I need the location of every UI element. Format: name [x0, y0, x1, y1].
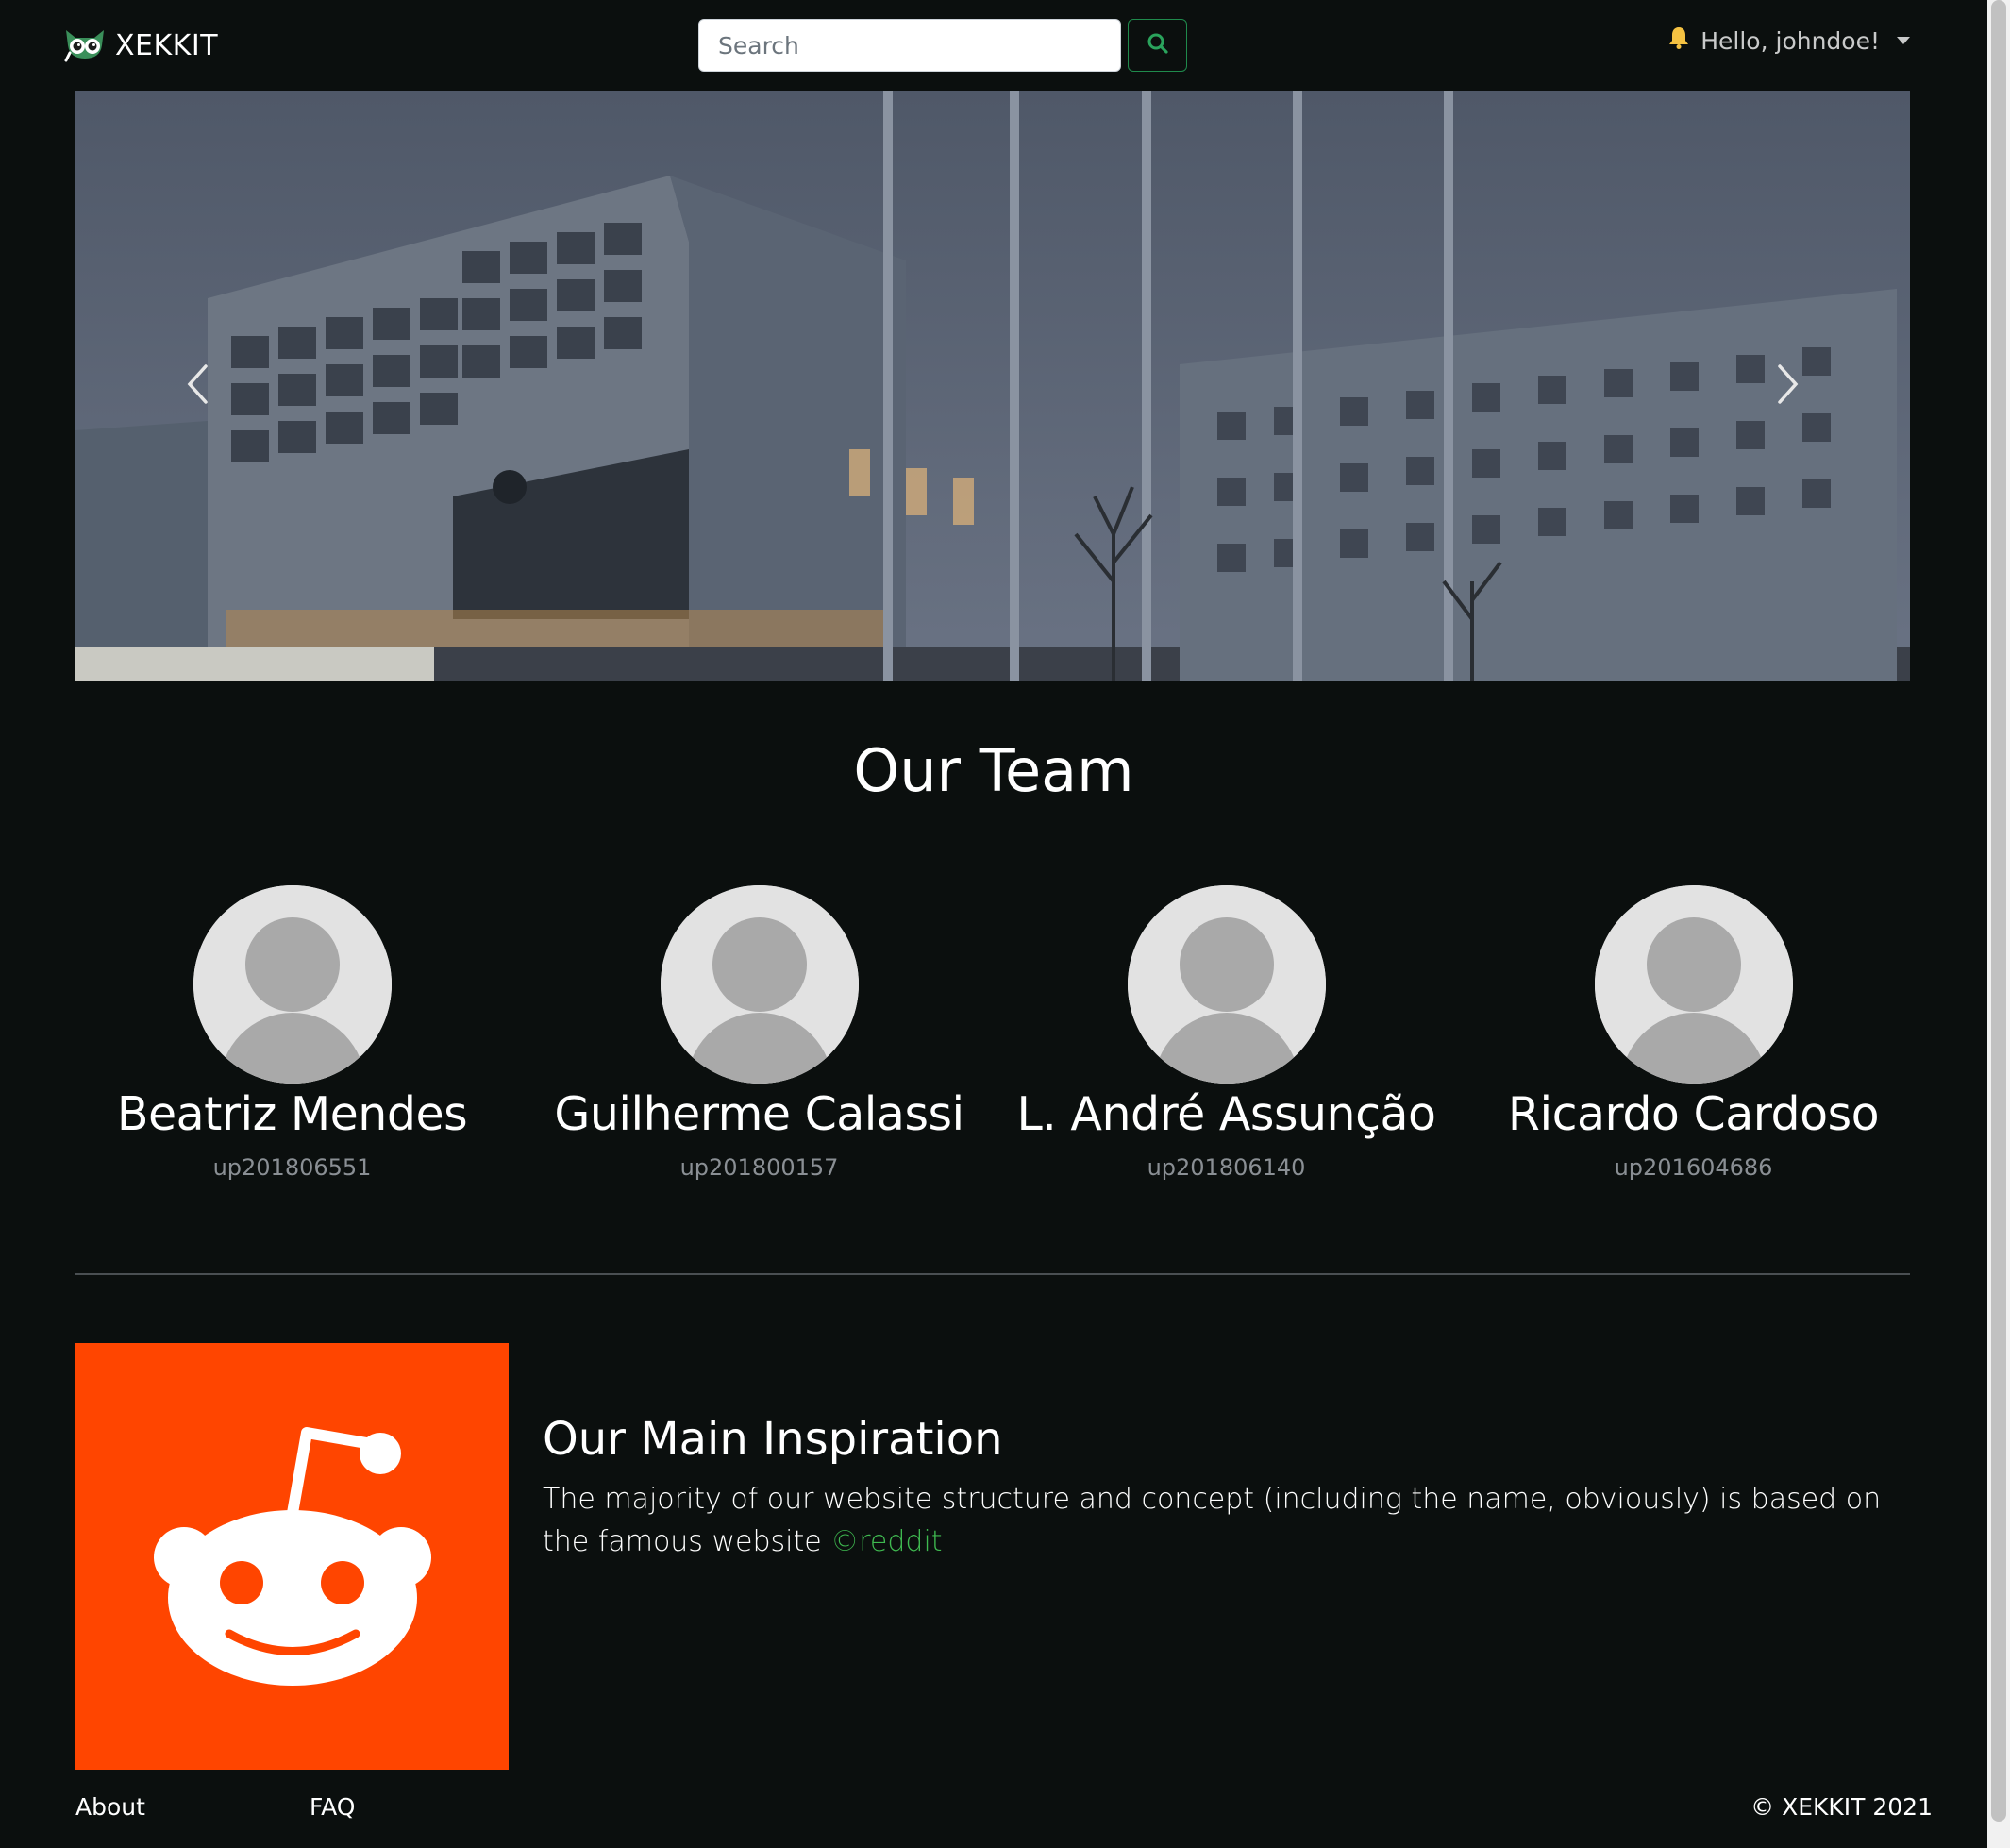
member-name: Ricardo Cardoso	[1507, 1087, 1880, 1141]
team-section-title: Our Team	[853, 736, 1134, 805]
member-id: up201800157	[679, 1154, 839, 1181]
chevron-down-icon	[1897, 37, 1910, 44]
inspiration-title: Our Main Inspiration	[543, 1413, 1003, 1466]
team-member-card: Guilherme Calassi up201800157	[526, 885, 993, 1181]
inspiration-description: The majority of our website structure an…	[543, 1478, 1892, 1563]
user-greeting: Hello, johndoe!	[1700, 26, 1880, 55]
carousel-next-button[interactable]	[1731, 91, 1844, 681]
member-name: Guilherme Calassi	[554, 1087, 964, 1141]
navbar: XEKKIT Hello, johndoe!	[0, 0, 1987, 91]
user-avatar-icon	[1594, 885, 1793, 1084]
user-menu-dropdown[interactable]: Hello, johndoe!	[1668, 26, 1910, 55]
carousel-image-building	[75, 91, 1910, 681]
page-scrollbar[interactable]	[1987, 0, 2010, 1848]
footer-about-link[interactable]: About	[75, 1793, 145, 1821]
footer-faq-link[interactable]: FAQ	[310, 1793, 355, 1821]
owl-logo-icon	[64, 28, 106, 62]
bell-icon[interactable]	[1668, 26, 1689, 55]
chevron-left-icon	[185, 363, 211, 409]
page: XEKKIT Hello, johndoe!	[0, 0, 2010, 1848]
user-avatar-icon	[193, 885, 392, 1084]
reddit-logo-icon	[75, 1343, 509, 1770]
scrollbar-thumb[interactable]	[1991, 0, 2006, 1822]
footer-copyright: © XEKKIT 2021	[1750, 1793, 1933, 1821]
team-member-card: Beatriz Mendes up201806551	[59, 885, 526, 1181]
member-id: up201806551	[212, 1154, 372, 1181]
team-member-card: Ricardo Cardoso up201604686	[1460, 885, 1927, 1181]
search-input[interactable]	[698, 19, 1121, 72]
member-id: up201604686	[1614, 1154, 1773, 1181]
chevron-right-icon	[1774, 363, 1801, 409]
member-name: Beatriz Mendes	[116, 1087, 468, 1141]
member-name: L. André Assunção	[1016, 1087, 1436, 1141]
brand-name: XEKKIT	[115, 28, 219, 62]
reddit-link[interactable]: ©reddit	[830, 1525, 942, 1558]
image-carousel	[75, 91, 1910, 681]
section-divider	[75, 1273, 1910, 1275]
carousel-prev-button[interactable]	[142, 91, 255, 681]
member-id: up201806140	[1147, 1154, 1306, 1181]
brand-link[interactable]: XEKKIT	[64, 21, 218, 70]
search-button[interactable]	[1128, 19, 1187, 72]
search-icon	[1147, 32, 1169, 59]
user-avatar-icon	[1127, 885, 1326, 1084]
inspiration-text: The majority of our website structure an…	[543, 1483, 1882, 1558]
user-avatar-icon	[660, 885, 859, 1084]
team-member-card: L. André Assunção up201806140	[993, 885, 1460, 1181]
